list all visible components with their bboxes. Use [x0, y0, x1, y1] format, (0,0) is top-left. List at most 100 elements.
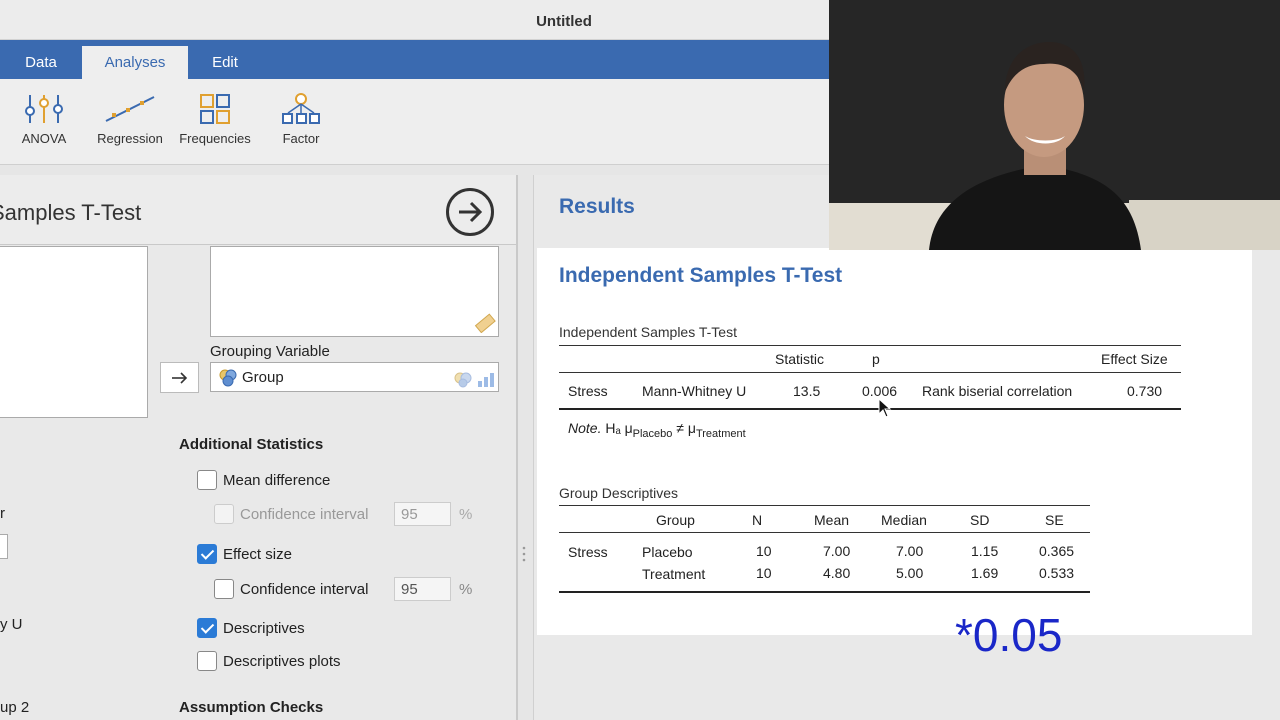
assumption-checks-heading: Assumption Checks: [179, 699, 324, 716]
effect-size-label: Effect size: [223, 546, 292, 563]
ribbon-regression-button[interactable]: Regression: [92, 93, 168, 146]
ribbon-frequencies-label: Frequencies: [179, 131, 251, 146]
arrow-right-icon: [172, 372, 188, 384]
factor-icon: [282, 93, 320, 124]
effect-size-ci-percent: %: [459, 581, 473, 598]
desc-cell-se: 0.365: [1039, 543, 1075, 559]
ribbon-factor-button[interactable]: Factor: [272, 93, 330, 146]
regression-icon: [105, 96, 155, 122]
ribbon-anova-button[interactable]: ANOVA: [14, 93, 74, 146]
table-rule: [559, 532, 1090, 533]
ribbon-frequencies-button[interactable]: Frequencies: [174, 93, 256, 146]
anova-icon: [25, 95, 63, 123]
ribbon-anova-label: ANOVA: [21, 131, 67, 146]
descriptives-checkbox[interactable]: [197, 618, 217, 638]
mean-difference-label: Mean difference: [223, 472, 331, 489]
note-sub-placebo: Placebo: [632, 427, 673, 440]
effect-size-ci-label: Confidence interval: [240, 581, 369, 598]
table-rule: [559, 408, 1181, 410]
descriptives-plots-label: Descriptives plots: [223, 653, 341, 670]
desc-header-mean: Mean: [814, 512, 850, 528]
nominal-variable-icon: [219, 369, 237, 387]
arrow-right-icon: [459, 201, 483, 223]
ttest-cell-effect-type: Rank biserial correlation: [922, 383, 1073, 399]
move-to-grouping-button[interactable]: [160, 362, 199, 393]
grouping-variable-label: Grouping Variable: [210, 343, 330, 360]
tab-data[interactable]: Data: [0, 46, 82, 79]
note-label: Note.: [568, 420, 602, 436]
ttest-cell-statistic: 13.5: [793, 383, 821, 399]
note-neq: ≠ μ: [676, 420, 696, 436]
table-rule: [559, 505, 1090, 506]
analysis-title: Samples T-Test: [0, 200, 142, 225]
left-field-fragment[interactable]: [0, 534, 8, 559]
ruler-icon: [474, 313, 496, 333]
pane-splitter-handle[interactable]: [522, 544, 526, 564]
note-text: Hₐ μ: [605, 420, 633, 436]
ttest-header-effect-size: Effect Size: [1101, 351, 1168, 367]
desc-cell-group: Placebo: [642, 544, 693, 560]
desc-cell-n: 10: [756, 565, 772, 581]
tab-analyses[interactable]: Analyses: [82, 46, 188, 79]
mean-diff-ci-input[interactable]: 95: [394, 502, 451, 526]
desc-cell-variable: Stress: [568, 544, 608, 560]
additional-statistics-heading: Additional Statistics: [179, 436, 324, 453]
desc-cell-median: 7.00: [896, 543, 924, 559]
results-document: Independent Samples T-Test Independent S…: [537, 248, 1252, 635]
run-analysis-button[interactable]: [446, 188, 494, 236]
ttest-header-statistic: Statistic: [775, 351, 825, 367]
descriptives-table-caption: Group Descriptives: [559, 485, 679, 501]
ttest-cell-p: 0.006: [862, 383, 898, 399]
effect-size-ci-checkbox[interactable]: [214, 579, 234, 599]
variables-list[interactable]: [0, 246, 148, 418]
ttest-header-p: p: [872, 351, 880, 367]
effect-size-checkbox[interactable]: [197, 544, 217, 564]
grouping-variable-value: Group: [242, 369, 284, 386]
options-header: Samples T-Test: [0, 175, 516, 245]
desc-header-median: Median: [881, 512, 927, 528]
results-analysis-title: Independent Samples T-Test: [559, 264, 843, 287]
dependent-variables-box[interactable]: [210, 246, 499, 337]
effect-size-ci-input[interactable]: 95: [394, 577, 451, 601]
desc-cell-mean: 4.80: [823, 565, 851, 581]
grouping-variable-field[interactable]: Group: [210, 362, 499, 392]
webcam-video: [829, 0, 1280, 250]
mean-diff-ci-percent: %: [459, 506, 473, 523]
table-rule: [559, 345, 1181, 346]
ribbon: ANOVA Regression Frequencies Factor: [0, 79, 829, 165]
tab-edit[interactable]: Edit: [188, 46, 262, 79]
desc-header-n: N: [752, 512, 763, 528]
desc-header-se: SE: [1045, 512, 1064, 528]
mean-diff-ci-label: Confidence interval: [240, 506, 369, 523]
left-option-fragment: y U: [0, 616, 23, 633]
frequencies-icon: [200, 94, 230, 124]
ttest-cell-effect-value: 0.730: [1127, 383, 1163, 399]
menu-bar: Data Analyses Edit: [0, 40, 829, 79]
desc-cell-mean: 7.00: [823, 543, 851, 559]
desc-cell-n: 10: [756, 543, 772, 559]
title-bar: Untitled: [0, 0, 829, 40]
ttest-note: Note. Hₐ μPlacebo ≠ μTreatment: [568, 420, 746, 440]
desc-header-group: Group: [656, 512, 695, 528]
ribbon-regression-label: Regression: [97, 131, 163, 146]
left-option-fragment: up 2: [0, 699, 30, 716]
alpha-annotation: *0.05: [955, 609, 1063, 661]
mean-diff-ci-checkbox[interactable]: [214, 504, 234, 524]
presenter-video-image: [829, 0, 1280, 250]
desc-cell-group: Treatment: [642, 566, 706, 582]
table-rule: [559, 372, 1181, 373]
mean-difference-checkbox[interactable]: [197, 470, 217, 490]
note-sub-treatment: Treatment: [695, 427, 746, 440]
ttest-cell-variable: Stress: [568, 383, 608, 399]
analysis-options-panel: Samples T-Test Grouping Variable Group A…: [0, 175, 518, 720]
desc-cell-sd: 1.69: [971, 565, 999, 581]
left-option-fragment: r: [0, 505, 5, 522]
results-header: Results: [559, 195, 635, 218]
desc-cell-median: 5.00: [896, 565, 924, 581]
ttest-table-caption: Independent Samples T-Test: [559, 324, 737, 340]
desc-header-sd: SD: [970, 512, 990, 528]
mouse-cursor-icon: [878, 398, 892, 418]
descriptives-plots-checkbox[interactable]: [197, 651, 217, 671]
grip-icon: [522, 546, 526, 562]
ttest-cell-test: Mann-Whitney U: [642, 383, 747, 399]
